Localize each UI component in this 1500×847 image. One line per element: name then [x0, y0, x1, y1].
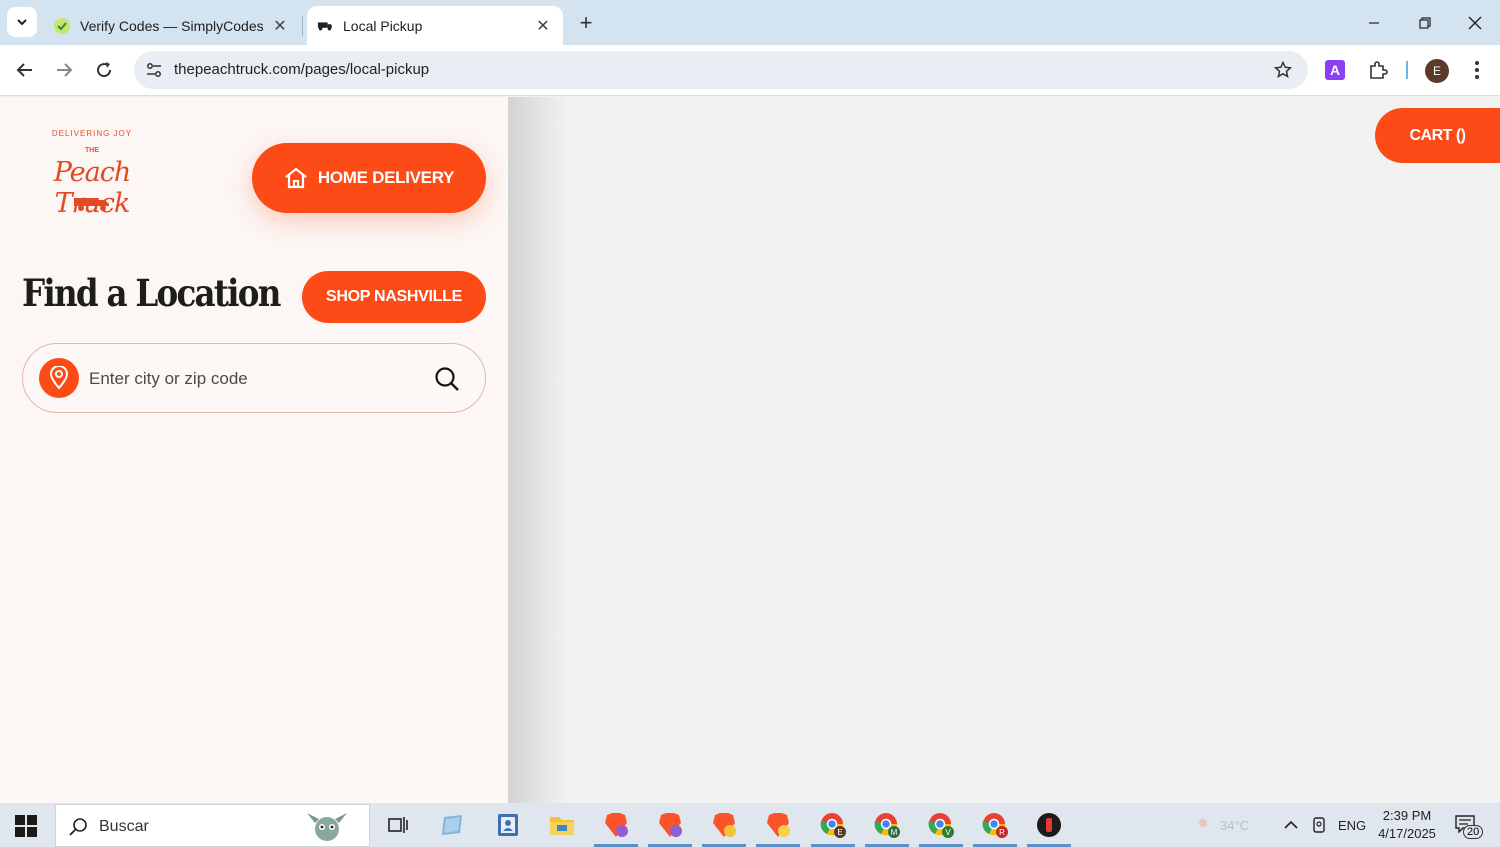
tab-simplycodes[interactable]: Verify Codes — SimplyCodes ✕	[44, 6, 300, 45]
svg-text:V: V	[945, 828, 951, 837]
brave-browser-icon[interactable]	[648, 809, 692, 847]
house-icon	[284, 167, 308, 189]
truck-icon	[74, 198, 109, 211]
restore-icon[interactable]	[1410, 8, 1440, 38]
page-title: Find a Location	[22, 271, 281, 315]
taskbar-clock[interactable]: 2:39 PM 4/17/2025	[1374, 807, 1440, 843]
site-info-icon[interactable]	[142, 58, 166, 82]
clock-date: 4/17/2025	[1378, 826, 1436, 841]
tab-search-button[interactable]	[7, 7, 37, 37]
new-tab-button[interactable]: +	[573, 10, 599, 36]
language-indicator[interactable]: ENG	[1338, 803, 1366, 847]
logo-arc-text: DELIVERING JOY	[51, 129, 133, 138]
location-search	[22, 343, 486, 413]
home-delivery-label: HOME DELIVERY	[317, 168, 455, 187]
url-text[interactable]: thepeachtruck.com/pages/local-pickup	[174, 61, 429, 78]
toolbar-divider	[1406, 61, 1408, 79]
tab-separator	[302, 16, 303, 36]
notes-app-icon[interactable]	[437, 809, 469, 841]
back-button[interactable]	[11, 56, 39, 84]
tab-title: Local Pickup	[343, 17, 423, 34]
close-window-icon[interactable]	[1460, 8, 1490, 38]
tab-strip: Verify Codes — SimplyCodes ✕ Local Picku…	[0, 0, 1500, 45]
bookmark-star-icon[interactable]	[1272, 59, 1294, 81]
weather-widget[interactable]: 34°C	[1194, 803, 1249, 847]
chrome-profile-m-icon[interactable]: M	[865, 809, 909, 847]
chevron-down-icon	[17, 19, 27, 26]
location-pin-icon	[39, 358, 79, 398]
page-content: DELIVERING JOY THE Peach Truck HOME DELI…	[0, 97, 1500, 803]
arrow-right-icon	[57, 63, 73, 77]
browser-toolbar: thepeachtruck.com/pages/local-pickup A E	[0, 45, 1500, 96]
puzzle-extensions-icon[interactable]	[1366, 58, 1390, 82]
logo-the: THE	[85, 147, 99, 154]
file-explorer-icon[interactable]	[546, 809, 578, 841]
chrome-profile-r-icon[interactable]: R	[973, 809, 1017, 847]
dark-app-icon[interactable]	[1027, 809, 1071, 847]
contacts-app-icon[interactable]	[492, 809, 524, 841]
reload-button[interactable]	[90, 56, 118, 84]
close-icon[interactable]: ✕	[268, 14, 292, 38]
brave-browser-icon[interactable]	[594, 809, 638, 847]
cart-button[interactable]: CART ()	[1375, 108, 1500, 163]
chrome-profile-e-icon[interactable]: E	[811, 809, 855, 847]
tab-title: Verify Codes — SimplyCodes	[80, 17, 264, 34]
arrow-left-icon	[16, 63, 32, 77]
close-icon[interactable]: ✕	[531, 14, 555, 38]
forward-button[interactable]	[50, 56, 78, 84]
windows-taskbar: Buscar E M V R 34°C ENG 2:39 PM 4/17/202…	[0, 803, 1500, 847]
clock-time: 2:39 PM	[1382, 808, 1432, 823]
task-view-icon[interactable]	[382, 809, 414, 841]
search-icon[interactable]	[433, 365, 461, 393]
location-search-input[interactable]	[89, 364, 409, 394]
weather-icon	[1199, 819, 1207, 827]
search-icon	[69, 818, 87, 836]
svg-text:E: E	[837, 828, 842, 837]
brave-browser-icon[interactable]	[702, 809, 746, 847]
svg-text:M: M	[891, 828, 898, 837]
windows-start-icon[interactable]	[14, 814, 38, 838]
peach-truck-icon	[317, 18, 333, 34]
peach-truck-logo[interactable]: DELIVERING JOY THE Peach Truck	[28, 129, 156, 219]
reload-icon	[97, 62, 112, 78]
minimize-icon[interactable]	[1359, 8, 1389, 38]
menu-kebab-icon[interactable]	[1465, 58, 1489, 82]
chrome-profile-v-icon[interactable]: V	[919, 809, 963, 847]
tab-local-pickup[interactable]: Local Pickup ✕	[307, 6, 563, 45]
taskbar-search-label: Buscar	[99, 818, 149, 835]
sidebar-shadow	[508, 97, 568, 803]
weather-temp: 34°C	[1220, 817, 1250, 833]
brave-browser-icon[interactable]	[756, 809, 800, 847]
taskbar-search[interactable]: Buscar	[55, 804, 370, 847]
shop-nashville-button[interactable]: SHOP NASHVILLE	[302, 271, 486, 323]
address-bar[interactable]: thepeachtruck.com/pages/local-pickup	[134, 51, 1308, 89]
profile-avatar[interactable]: E	[1425, 59, 1449, 83]
notification-center-icon[interactable]: 20	[1455, 815, 1484, 839]
search-highlight-icon	[307, 813, 347, 841]
svg-text:R: R	[999, 828, 1005, 837]
extension-a-icon[interactable]: A	[1325, 60, 1345, 80]
chevron-up-icon[interactable]	[1284, 803, 1298, 847]
notification-count-badge: 20	[1463, 825, 1484, 839]
home-delivery-button[interactable]: HOME DELIVERY	[252, 143, 486, 213]
meet-now-icon[interactable]	[1311, 803, 1327, 847]
simplycodes-icon	[54, 17, 70, 34]
location-sidebar: DELIVERING JOY THE Peach Truck HOME DELI…	[0, 97, 508, 803]
